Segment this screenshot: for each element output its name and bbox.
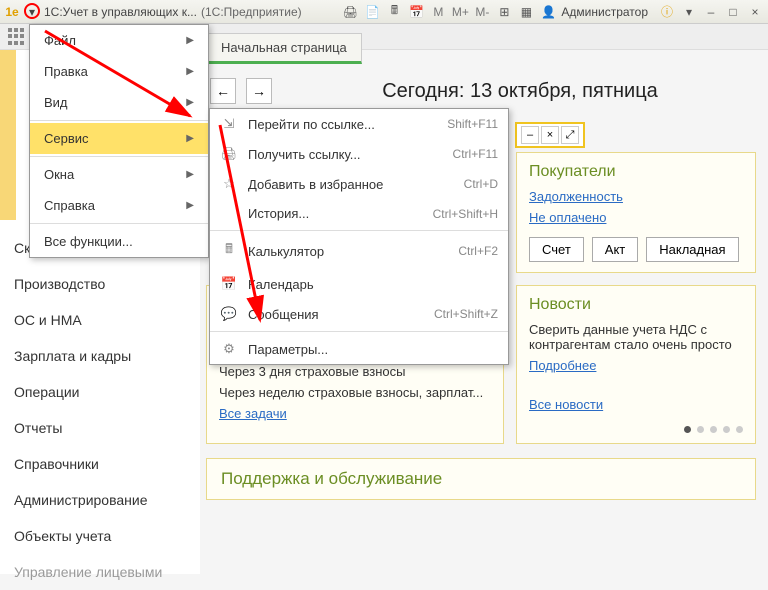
user-name: Администратор (561, 5, 648, 19)
buyers-debt-link[interactable]: Задолженность (529, 189, 743, 204)
news-card: Новости Сверить данные учета НДС с контр… (516, 285, 756, 444)
quick-actions-box: – × ⤢ (515, 122, 585, 148)
buyers-unpaid-link[interactable]: Не оплачено (529, 210, 743, 225)
tab-home[interactable]: Начальная страница (206, 33, 362, 64)
main-menu-item[interactable]: Окна▶ (30, 159, 208, 190)
app-1c-icon: 1e (4, 4, 20, 20)
menu-all-functions[interactable]: Все функции... (30, 226, 208, 257)
table-icon[interactable]: ▦ (517, 5, 535, 19)
close-icon[interactable]: × (746, 5, 764, 19)
sidebar-item[interactable]: Администрирование (0, 482, 200, 518)
service-submenu: ⇲Перейти по ссылке...Shift+F11🖨Получить … (209, 108, 509, 365)
main-menu-item[interactable]: Правка▶ (30, 56, 208, 87)
sidebar-yellow-tab (0, 50, 16, 220)
service-menu-item[interactable]: 💬СообщенияCtrl+Shift+Z (210, 299, 508, 329)
buyers-card: Покупатели Задолженность Не оплачено Сче… (516, 152, 756, 273)
sidebar-item[interactable]: Справочники (0, 446, 200, 482)
service-menu-item[interactable]: ⇲Перейти по ссылке...Shift+F11 (210, 109, 508, 139)
nav-back-button[interactable]: ← (210, 78, 236, 104)
support-heading: Поддержка и обслуживание (206, 458, 756, 500)
main-menu-item[interactable]: Файл▶ (30, 25, 208, 56)
main-menu-item[interactable]: Справка▶ (30, 190, 208, 221)
title-bar: 1e ▾ 1С:Учет в управляющих к... (1С:Пред… (0, 0, 768, 24)
main-menu-item[interactable]: Вид▶ (30, 87, 208, 118)
today-heading: Сегодня: 13 октября, пятница (282, 80, 758, 103)
news-heading: Новости (529, 296, 743, 314)
invoice-button[interactable]: Счет (529, 237, 584, 262)
menu-item-icon: ⚙ (220, 341, 238, 357)
doc-icon[interactable]: 📄 (363, 5, 381, 19)
sidebar-item[interactable]: Отчеты (0, 410, 200, 446)
sidebar-item[interactable]: Управление лицевыми (0, 554, 200, 590)
tasks-all-link[interactable]: Все задачи (219, 406, 491, 421)
news-more-link[interactable]: Подробнее (529, 358, 743, 373)
sidebar-item[interactable]: Зарплата и кадры (0, 338, 200, 374)
maximize-icon[interactable]: □ (724, 5, 742, 19)
news-pager[interactable] (529, 426, 743, 433)
sidebar-item[interactable]: Объекты учета (0, 518, 200, 554)
sidebar-item[interactable]: Производство (0, 266, 200, 302)
m-minus-icon[interactable]: M- (473, 5, 491, 19)
menu-item-icon: 📅 (220, 276, 238, 292)
service-menu-item[interactable]: 🖩КалькуляторCtrl+F2 (210, 233, 508, 269)
quick-dash-icon[interactable]: – (521, 126, 539, 144)
service-menu-item[interactable]: 🖨Получить ссылку...Ctrl+F11 (210, 139, 508, 169)
quick-close-icon[interactable]: × (541, 126, 559, 144)
menu-item-icon: ☆ (220, 176, 238, 192)
waybill-button[interactable]: Накладная (646, 237, 738, 262)
main-menu-item[interactable]: Сервис▶ (30, 123, 208, 154)
calc-icon[interactable]: 🖩 (385, 1, 403, 22)
window-subtitle: (1С:Предприятие) (201, 5, 302, 19)
sidebar-item[interactable]: ОС и НМА (0, 302, 200, 338)
dropdown2-icon[interactable]: ▾ (680, 5, 698, 19)
window-title: 1С:Учет в управляющих к... (44, 5, 197, 19)
m-plus-icon[interactable]: M+ (451, 5, 469, 19)
print-icon[interactable]: 🖨 (341, 5, 359, 19)
service-menu-item[interactable]: История...Ctrl+Shift+H (210, 199, 508, 228)
menu-item-icon: 🖩 (220, 240, 238, 262)
menu-item-icon: 💬 (220, 306, 238, 322)
tasks-in3: Через 3 дня страховые взносы (219, 364, 491, 379)
quick-expand-icon[interactable]: ⤢ (561, 126, 579, 144)
menu-item-icon: 🖨 (220, 146, 238, 162)
news-text: Сверить данные учета НДС с контрагентам … (529, 322, 743, 352)
user-icon: 👤 (539, 5, 557, 19)
buyers-heading: Покупатели (529, 163, 743, 181)
tasks-week: Через неделю страховые взносы, зарплат..… (219, 385, 491, 400)
m-icon[interactable]: M (429, 5, 447, 19)
act-button[interactable]: Акт (592, 237, 638, 262)
highlight-circle (24, 3, 40, 19)
main-menu: Файл▶Правка▶Вид▶ Сервис▶ Окна▶Справка▶ Все… (29, 24, 209, 258)
service-menu-item[interactable]: 📅Календарь (210, 269, 508, 299)
nav-forward-button[interactable]: → (246, 78, 272, 104)
minimize-icon[interactable]: – (702, 5, 720, 19)
service-menu-item[interactable]: ⚙Параметры... (210, 334, 508, 364)
menu-item-icon: ⇲ (220, 116, 238, 132)
news-all-link[interactable]: Все новости (529, 397, 603, 412)
calendar-icon[interactable]: 📅 (407, 5, 425, 19)
info-icon[interactable]: ⓘ (658, 3, 676, 20)
sidebar-item[interactable]: Операции (0, 374, 200, 410)
service-menu-item[interactable]: ☆Добавить в избранноеCtrl+D (210, 169, 508, 199)
box-plus-icon[interactable]: ⊞ (495, 5, 513, 19)
